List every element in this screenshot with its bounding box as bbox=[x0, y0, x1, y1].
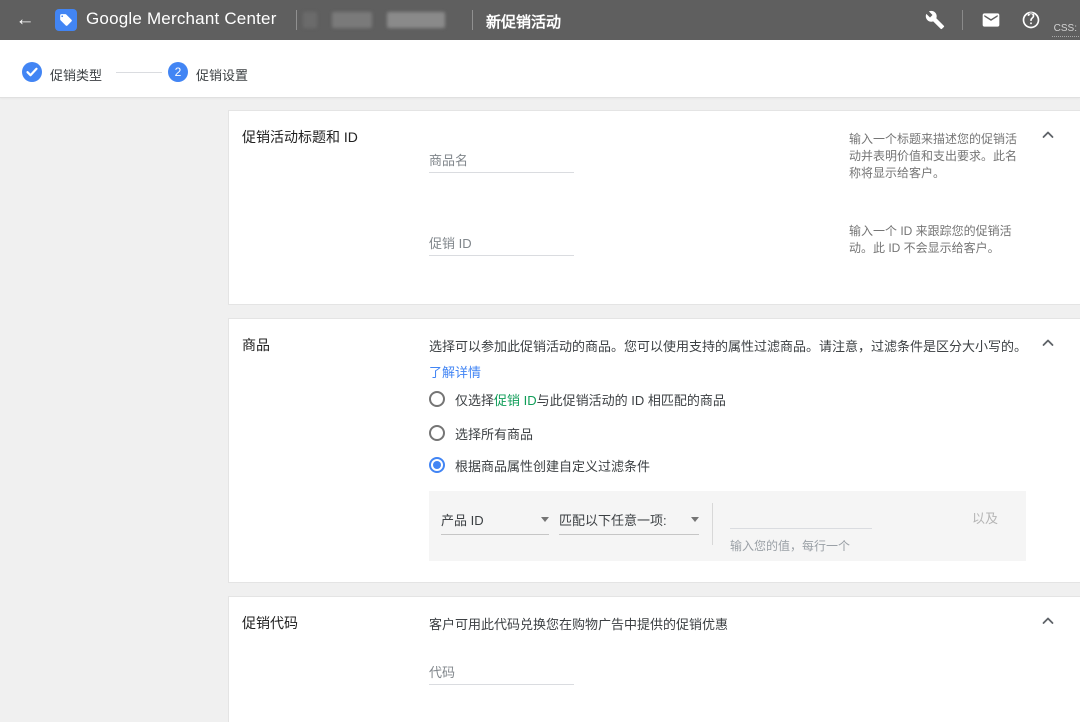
step1-done-check-icon[interactable] bbox=[22, 62, 42, 82]
match-type-dropdown-value: 匹配以下任意一项: bbox=[559, 510, 667, 529]
step2-number-badge[interactable]: 2 bbox=[168, 62, 188, 82]
radio-label: 仅选择促销 ID与此促销活动的 ID 相匹配的商品 bbox=[455, 390, 726, 409]
step2-label[interactable]: 促销设置 bbox=[196, 65, 248, 84]
chevron-up-icon[interactable] bbox=[1040, 613, 1056, 629]
attribute-dropdown-value: 产品 ID bbox=[441, 510, 484, 529]
radio-label: 根据商品属性创建自定义过滤条件 bbox=[455, 456, 650, 475]
merchant-center-new-promotion-page: ← Google Merchant Center 新促销活动 CSS: bbox=[0, 0, 1080, 722]
appbar-divider bbox=[472, 10, 473, 30]
stepper-bar: 促销类型 2 促销设置 bbox=[0, 40, 1080, 98]
caret-down-icon bbox=[541, 517, 549, 522]
promotion-id-input[interactable] bbox=[429, 232, 574, 256]
promo-code-input[interactable] bbox=[429, 661, 574, 685]
chevron-up-icon[interactable] bbox=[1040, 127, 1056, 143]
help-icon[interactable] bbox=[1021, 10, 1041, 30]
appbar-divider bbox=[962, 10, 963, 30]
products-description: 选择可以参加此促销活动的商品。您可以使用支持的属性过滤商品。请注意，过滤条件是区… bbox=[429, 334, 1027, 386]
promotion-name-help-text: 输入一个标题来描述您的促销活动并表明价值和支出要求。此名称将显示给客户。 bbox=[849, 131, 1027, 182]
radio-option-all-products[interactable]: 选择所有商品 bbox=[429, 423, 533, 443]
filter-bar-divider bbox=[712, 503, 713, 545]
messages-mail-icon[interactable] bbox=[981, 10, 1001, 30]
product-name: Google Merchant Center bbox=[86, 9, 277, 29]
caret-down-icon bbox=[691, 517, 699, 522]
products-description-text: 选择可以参加此促销活动的商品。您可以使用支持的属性过滤商品。请注意，过滤条件是区… bbox=[429, 339, 1027, 354]
filter-value-hint: 输入您的值，每行一个 bbox=[730, 537, 850, 554]
filter-value-input[interactable] bbox=[730, 505, 872, 529]
merchant-center-logo-icon bbox=[55, 9, 77, 31]
radio-option-match-promotion-id[interactable]: 仅选择促销 ID与此促销活动的 ID 相匹配的商品 bbox=[429, 389, 726, 409]
back-arrow-icon[interactable]: ← bbox=[12, 7, 38, 33]
radio-button-selected-icon bbox=[429, 457, 445, 473]
stepper-connector bbox=[116, 72, 162, 73]
card-title: 促销活动标题和 ID bbox=[242, 127, 358, 147]
card-promotion-title-id: 促销活动标题和 ID 输入一个标题来描述您的促销活动并表明价值和支出要求。此名称… bbox=[228, 110, 1080, 305]
css-label[interactable]: CSS: bbox=[1052, 23, 1079, 37]
step1-label[interactable]: 促销类型 bbox=[50, 65, 102, 84]
attribute-dropdown[interactable]: 产品 ID bbox=[441, 505, 549, 535]
chevron-up-icon[interactable] bbox=[1040, 335, 1056, 351]
card-products: 商品 选择可以参加此促销活动的商品。您可以使用支持的属性过滤商品。请注意，过滤条… bbox=[228, 318, 1080, 583]
match-type-dropdown[interactable]: 匹配以下任意一项: bbox=[559, 505, 699, 535]
radio-button-icon bbox=[429, 391, 445, 407]
app-bar: ← Google Merchant Center 新促销活动 CSS: bbox=[0, 0, 1080, 40]
promotion-name-input[interactable] bbox=[429, 149, 574, 173]
promo-code-description: 客户可用此代码兑换您在购物广告中提供的促销优惠 bbox=[429, 614, 728, 633]
attribute-filter-bar: 产品 ID 匹配以下任意一项: 输入您的值，每行一个 以及 bbox=[429, 491, 1026, 561]
appbar-divider bbox=[296, 10, 297, 30]
promotion-id-help-text: 输入一个 ID 来跟踪您的促销活动。此 ID 不会显示给客户。 bbox=[849, 223, 1027, 257]
tools-wrench-icon[interactable] bbox=[925, 10, 945, 30]
promotion-id-highlight: 促销 ID bbox=[494, 393, 537, 408]
card-title: 促销代码 bbox=[242, 613, 298, 633]
card-promo-code: 促销代码 客户可用此代码兑换您在购物广告中提供的促销优惠 bbox=[228, 596, 1080, 722]
radio-button-icon bbox=[429, 425, 445, 441]
and-condition-button[interactable]: 以及 bbox=[972, 508, 998, 527]
radio-label: 选择所有商品 bbox=[455, 424, 533, 443]
learn-more-link[interactable]: 了解详情 bbox=[429, 365, 481, 380]
radio-option-custom-filter[interactable]: 根据商品属性创建自定义过滤条件 bbox=[429, 455, 650, 475]
page-title: 新促销活动 bbox=[486, 11, 561, 32]
card-title: 商品 bbox=[242, 335, 270, 355]
